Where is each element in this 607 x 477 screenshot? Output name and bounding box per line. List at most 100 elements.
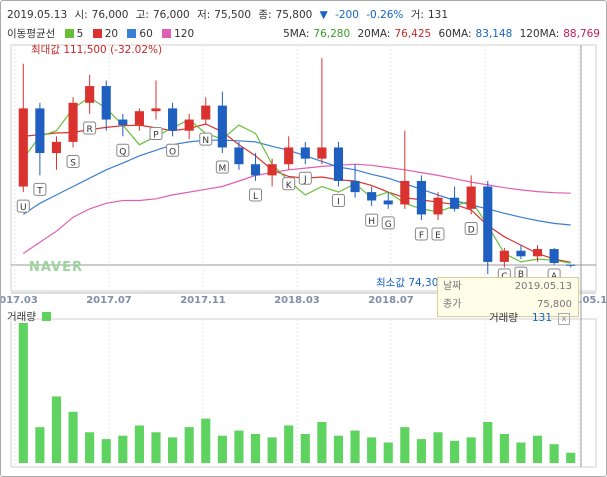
- event-marker-label: D: [468, 225, 475, 235]
- tooltip-close-label: 종가: [443, 299, 462, 310]
- low-value: 75,500: [214, 9, 252, 21]
- ma5-swatch: [64, 29, 74, 38]
- ma120-legend-label[interactable]: 120: [174, 28, 194, 40]
- max-value-annotation: 최대값 111,500 (-32.02%): [31, 44, 163, 56]
- volume-bar: [317, 422, 327, 463]
- candle-body: [466, 186, 476, 209]
- ma5-value: 76,280: [313, 28, 351, 40]
- candle-body: [151, 108, 161, 112]
- volume-bar: [416, 439, 426, 463]
- ma5-legend-label[interactable]: 5: [77, 28, 84, 40]
- volume-bar: [400, 427, 410, 463]
- volume-bar: [466, 437, 476, 463]
- ma120-value: 88,769: [563, 28, 600, 40]
- volume-bar: [284, 425, 294, 463]
- candle-body: [68, 102, 78, 142]
- candle-body: [250, 164, 261, 176]
- event-marker: D: [464, 221, 478, 235]
- event-marker-label: F: [419, 231, 424, 241]
- volume-bar: [450, 440, 460, 463]
- volume-bar: [168, 437, 178, 463]
- event-marker-label: Q: [119, 147, 126, 157]
- open-value: 76,000: [91, 9, 129, 21]
- ma60-legend-label[interactable]: 60: [139, 28, 152, 40]
- candle-body: [549, 249, 559, 263]
- event-marker-label: L: [253, 192, 258, 202]
- x-tick-label: 2017.07: [86, 295, 132, 306]
- volume-bar: [367, 437, 377, 463]
- ma20-value: 76,425: [394, 28, 432, 40]
- ma60-value: 83,148: [475, 28, 513, 40]
- candle-body: [433, 197, 443, 215]
- change-value: -200: [335, 9, 359, 21]
- tooltip-date-label: 날짜: [443, 281, 462, 292]
- event-marker: U: [16, 199, 30, 213]
- candle-body: [383, 200, 393, 205]
- ma-legend-title: 이동평균선: [7, 28, 56, 40]
- event-marker-label: R: [87, 125, 93, 135]
- volume-bar: [118, 435, 128, 463]
- event-marker-label: S: [70, 158, 76, 168]
- candle-body: [51, 141, 62, 154]
- volume-bar: [134, 425, 144, 463]
- ma20-swatch: [92, 29, 102, 38]
- event-marker: T: [33, 182, 47, 196]
- ma20-legend-label[interactable]: 20: [105, 28, 118, 40]
- high-label: 고:: [135, 9, 149, 21]
- event-marker: R: [83, 121, 97, 135]
- volume-bar: [250, 433, 261, 463]
- candle-body: [300, 147, 310, 159]
- ma-legend[interactable]: 이동평균선 5 20 60 120: [7, 26, 194, 42]
- candle-body: [450, 197, 460, 209]
- candle-body: [35, 108, 45, 154]
- ma120-swatch: [162, 29, 172, 38]
- candle-body: [217, 105, 227, 148]
- event-marker-label: G: [385, 220, 392, 230]
- ma20-value-label: 20MA:: [357, 28, 391, 40]
- candle-body: [168, 108, 178, 131]
- event-marker-label: M: [218, 164, 226, 174]
- volume-bar: [51, 396, 62, 463]
- event-marker-label: I: [337, 198, 340, 208]
- event-marker: N: [199, 132, 213, 146]
- volume-bar: [267, 437, 277, 463]
- chart-window: UTSRQPONMLKJIHGFEDCBA 2017.032017.072017…: [0, 0, 607, 477]
- close-icon[interactable]: x: [558, 313, 571, 325]
- candle-body: [284, 147, 294, 165]
- volume-bar: [217, 435, 227, 463]
- volume-bar: [151, 432, 161, 463]
- candle-body: [134, 111, 144, 126]
- change-percent: -0.26%: [366, 9, 404, 21]
- volume-swatch: [41, 312, 51, 321]
- candle-body: [234, 147, 244, 165]
- ma-values: 5MA: 76,280 20MA: 76,425 60MA: 83,148 120MA…: [279, 26, 600, 42]
- event-marker-label: N: [202, 136, 209, 146]
- event-marker-label: P: [153, 131, 159, 141]
- candle-body: [333, 147, 344, 181]
- event-marker: L: [249, 188, 263, 202]
- candle-body: [118, 119, 128, 126]
- event-marker: F: [414, 227, 428, 241]
- candle-body: [85, 86, 95, 103]
- volume-bar: [566, 452, 576, 463]
- candle-body: [516, 250, 526, 257]
- close-value: 75,800: [275, 9, 313, 21]
- event-marker: M: [215, 160, 229, 174]
- volume-bar: [101, 439, 111, 463]
- volume-bar: [35, 427, 45, 463]
- volume-label: 거:: [410, 9, 424, 21]
- volume-value: 131: [427, 9, 449, 21]
- ma120-value-label: 120MA:: [519, 28, 560, 40]
- x-tick-label: 2017.03: [1, 295, 38, 306]
- volume-bar: [68, 411, 78, 463]
- volume-bar: [234, 430, 244, 463]
- candle-body: [367, 192, 377, 201]
- event-marker: E: [431, 227, 445, 241]
- volume-bar: [532, 435, 543, 463]
- event-marker-label: T: [36, 186, 43, 196]
- ma60-swatch: [127, 29, 137, 38]
- ma5-value-label: 5MA:: [283, 28, 310, 40]
- candle-body: [416, 180, 426, 215]
- candle-body: [201, 105, 211, 120]
- price-volume-chart: UTSRQPONMLKJIHGFEDCBA 2017.032017.072017…: [1, 44, 606, 468]
